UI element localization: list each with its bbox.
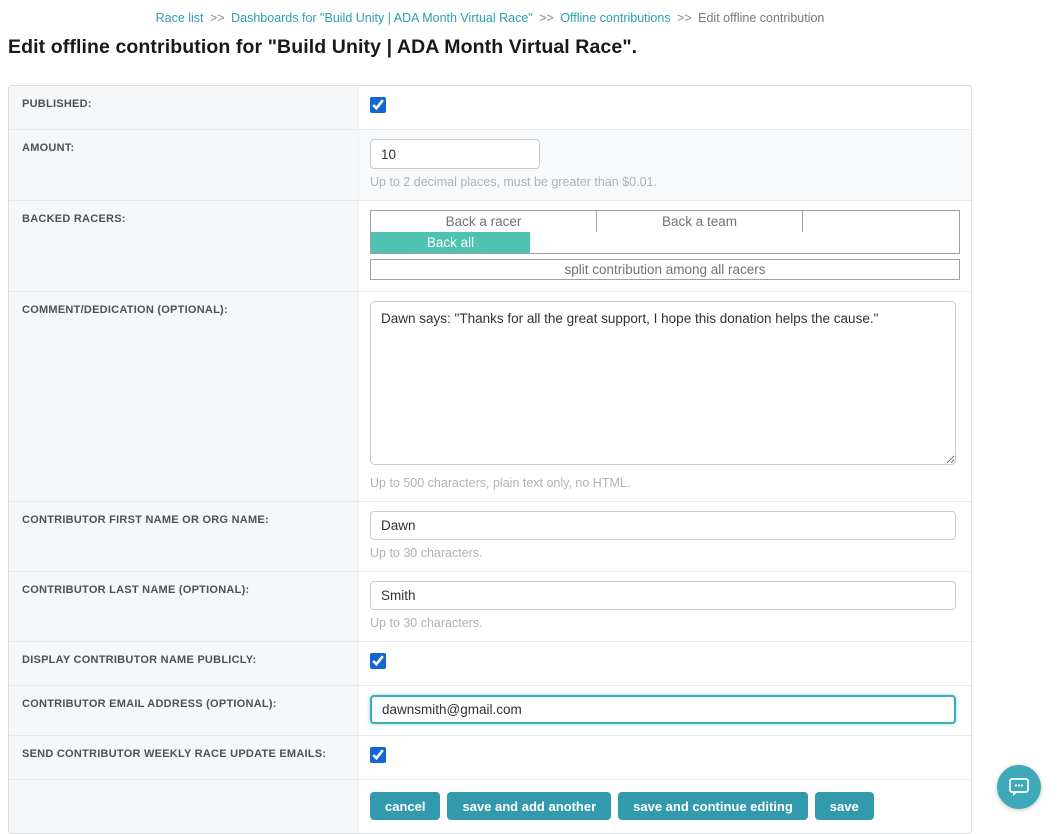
comment-textarea[interactable]: Dawn says: "Thanks for all the great sup… (370, 301, 956, 465)
row-weekly-emails: SEND CONTRIBUTOR WEEKLY RACE UPDATE EMAI… (9, 736, 971, 780)
save-button[interactable]: save (815, 792, 874, 820)
row-published: PUBLISHED: (9, 86, 971, 130)
weekly-emails-checkbox[interactable] (370, 747, 386, 763)
backed-racers-label: BACKED RACERS: (9, 201, 359, 291)
tab-spacer (803, 211, 959, 232)
breadcrumb-current: Edit offline contribution (698, 11, 824, 25)
page-title: Edit offline contribution for "Build Uni… (8, 36, 1058, 59)
last-name-help-text: Up to 30 characters. (370, 616, 956, 630)
row-first-name: CONTRIBUTOR FIRST NAME OR ORG NAME: Up t… (9, 502, 971, 572)
last-name-input[interactable] (370, 581, 956, 610)
tab-back-a-team[interactable]: Back a team (597, 211, 803, 232)
actions-label-spacer (9, 780, 359, 833)
first-name-label: CONTRIBUTOR FIRST NAME OR ORG NAME: (9, 502, 359, 571)
breadcrumb-separator: >> (674, 11, 695, 25)
speech-bubble-icon (1008, 777, 1030, 797)
breadcrumb-separator: >> (536, 11, 557, 25)
backed-racers-tabs: Back a racer Back a team Back all (370, 210, 960, 254)
row-email: CONTRIBUTOR EMAIL ADDRESS (OPTIONAL): (9, 686, 971, 736)
row-backed-racers: BACKED RACERS: Back a racer Back a team … (9, 201, 971, 292)
row-comment: COMMENT/DEDICATION (OPTIONAL): Dawn says… (9, 292, 971, 502)
amount-input[interactable] (370, 139, 540, 169)
row-last-name: CONTRIBUTOR LAST NAME (OPTIONAL): Up to … (9, 572, 971, 642)
published-label: PUBLISHED: (9, 86, 359, 129)
comment-help-text: Up to 500 characters, plain text only, n… (370, 476, 956, 490)
breadcrumb-link-race-list[interactable]: Race list (156, 11, 204, 25)
row-amount: AMOUNT: Up to 2 decimal places, must be … (9, 130, 971, 201)
breadcrumb-separator: >> (207, 11, 228, 25)
row-display-name: DISPLAY CONTRIBUTOR NAME PUBLICLY: (9, 642, 971, 686)
edit-offline-contribution-form: PUBLISHED: AMOUNT: Up to 2 decimal place… (8, 85, 972, 834)
comment-label: COMMENT/DEDICATION (OPTIONAL): (9, 292, 359, 501)
display-name-label: DISPLAY CONTRIBUTOR NAME PUBLICLY: (9, 642, 359, 685)
display-name-checkbox[interactable] (370, 653, 386, 669)
tab-back-all-selected[interactable]: Back all (371, 232, 530, 253)
breadcrumb-link-dashboards[interactable]: Dashboards for "Build Unity | ADA Month … (231, 11, 533, 25)
last-name-label: CONTRIBUTOR LAST NAME (OPTIONAL): (9, 572, 359, 641)
weekly-emails-label: SEND CONTRIBUTOR WEEKLY RACE UPDATE EMAI… (9, 736, 359, 779)
breadcrumb: Race list >> Dashboards for "Build Unity… (8, 0, 972, 25)
email-input[interactable] (370, 695, 956, 724)
first-name-help-text: Up to 30 characters. (370, 546, 956, 560)
row-actions: cancel save and add another save and con… (9, 780, 971, 833)
split-contribution-button[interactable]: split contribution among all racers (370, 259, 960, 280)
cancel-button[interactable]: cancel (370, 792, 440, 820)
chat-launcher-button[interactable] (997, 765, 1041, 809)
amount-help-text: Up to 2 decimal places, must be greater … (370, 175, 956, 189)
tab-back-a-racer[interactable]: Back a racer (371, 211, 597, 232)
first-name-input[interactable] (370, 511, 956, 540)
published-checkbox[interactable] (370, 97, 386, 113)
breadcrumb-link-offline-contributions[interactable]: Offline contributions (560, 11, 670, 25)
amount-label: AMOUNT: (9, 130, 359, 200)
save-and-continue-editing-button[interactable]: save and continue editing (618, 792, 808, 820)
save-and-add-another-button[interactable]: save and add another (447, 792, 611, 820)
email-label: CONTRIBUTOR EMAIL ADDRESS (OPTIONAL): (9, 686, 359, 735)
form-actions: cancel save and add another save and con… (370, 789, 956, 822)
